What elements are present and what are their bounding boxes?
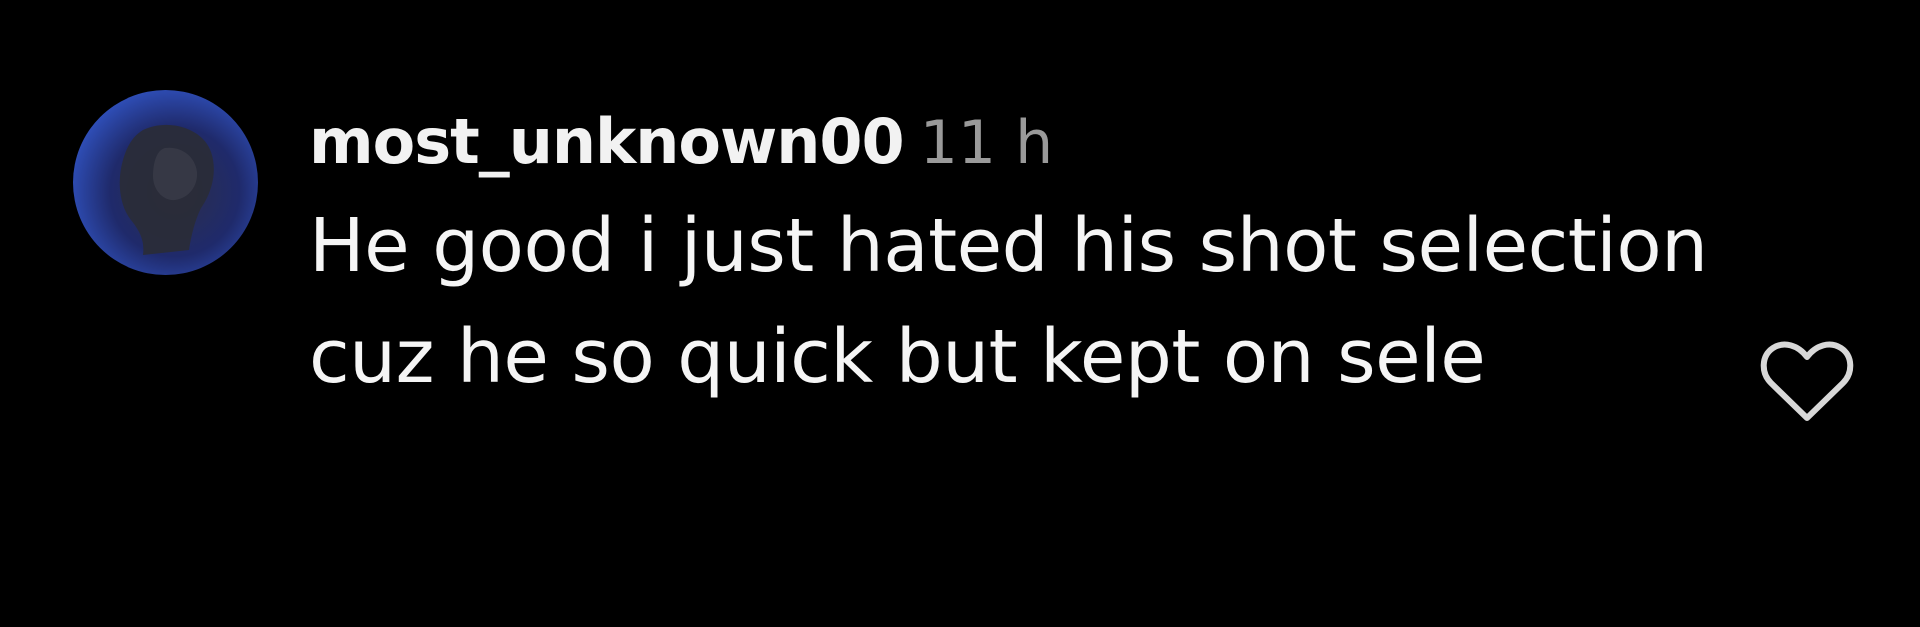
avatar[interactable] [73,90,258,275]
timestamp: 11 h [919,108,1054,178]
comment-meta: most_unknown00 11 h [309,105,1729,185]
comment-item: most_unknown00 11 h He good i just hated… [0,0,1920,627]
comment-text: He good i just hated his shot selection … [309,203,1708,400]
person-silhouette-icon [119,124,214,256]
heart-outline-icon [1760,341,1854,421]
next-comment-partial [0,600,1920,627]
username-link[interactable]: most_unknown00 [309,105,905,178]
like-button[interactable] [1758,338,1856,426]
comment-body: most_unknown00 11 h He good i just hated… [309,105,1729,413]
